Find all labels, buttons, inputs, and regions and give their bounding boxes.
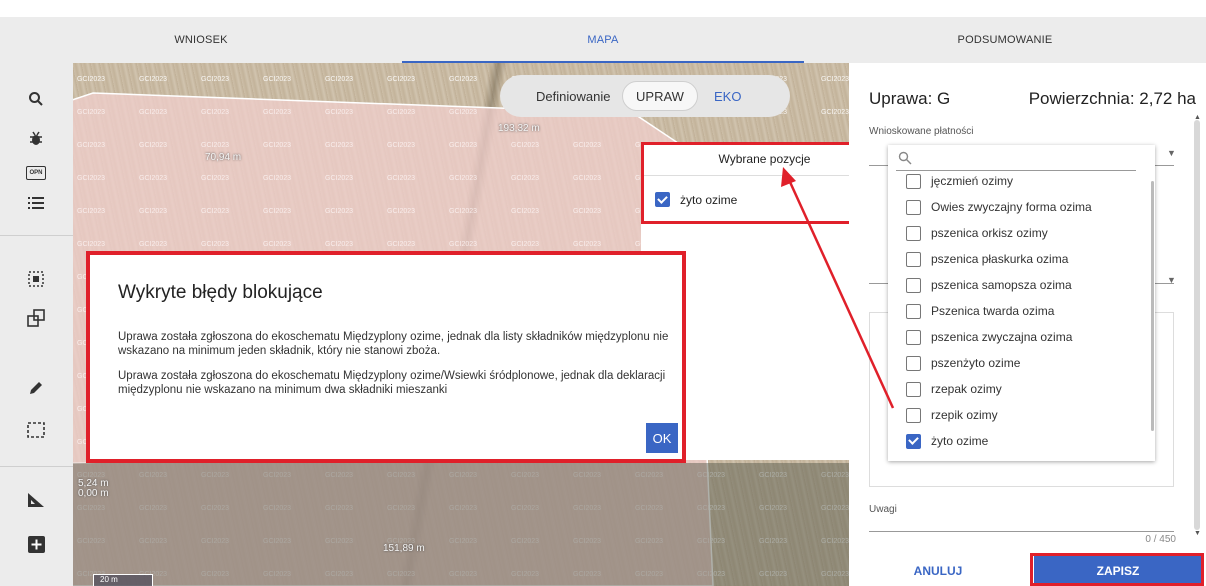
crop-option[interactable]: jęczmień ozimy — [906, 171, 1013, 191]
crop-multiselect-list: jęczmień ozimy Owies zwyczajny forma ozi… — [888, 145, 1155, 461]
measure-angle-icon[interactable] — [24, 488, 48, 512]
crop-option-label: pszenica samopsza ozima — [931, 278, 1072, 292]
crop-option[interactable]: pszenżyto ozime — [906, 353, 1020, 373]
checkbox[interactable] — [906, 225, 921, 241]
crop-option-label: pszenica zwyczajna ozima — [931, 330, 1073, 344]
error-dialog: Wykryte błędy blokujące Uprawa została z… — [86, 251, 686, 463]
add-icon[interactable] — [24, 532, 48, 556]
toolbar-divider — [0, 466, 73, 467]
crop-option-label: żyto ozime — [931, 434, 989, 448]
selected-position-label: żyto ozime — [680, 192, 738, 207]
tab-podsumowanie[interactable]: PODSUMOWANIE — [804, 17, 1206, 63]
define-label: Definiowanie — [536, 88, 611, 104]
checkbox-checked[interactable] — [655, 192, 670, 207]
crop-option-label: rzepak ozimy — [931, 382, 1002, 396]
crop-option-label: jęczmień ozimy — [931, 174, 1014, 188]
map-toolbar: OPN — [0, 63, 73, 586]
toggle-upraw-button[interactable]: UPRAW — [622, 81, 698, 111]
save-button[interactable]: ZAPISZ — [1034, 556, 1202, 586]
chevron-down-icon[interactable]: ▼ — [1167, 148, 1176, 158]
checkbox[interactable] — [906, 407, 921, 423]
select-area-icon[interactable] — [24, 267, 48, 291]
crop-option[interactable]: pszenica płaskurka ozima — [906, 249, 1068, 269]
chevron-down-icon[interactable]: ▼ — [1167, 275, 1176, 285]
define-toggle: Definiowanie UPRAW EKO — [500, 75, 790, 117]
panel-scrollbar[interactable] — [1194, 120, 1200, 530]
remarks-input[interactable] — [869, 522, 1174, 532]
search-icon[interactable] — [24, 87, 48, 111]
crop-option-label: rzepik ozimy — [931, 408, 998, 422]
crop-title: Uprawa: G — [869, 89, 951, 108]
dialog-message: Uprawa została zgłoszona do ekoschematu … — [118, 331, 669, 357]
crop-option[interactable]: żyto ozime — [906, 431, 988, 451]
checkbox[interactable] — [906, 303, 921, 319]
checkbox[interactable] — [906, 329, 921, 345]
crop-option[interactable]: Pszenica twarda ozima — [906, 301, 1054, 321]
crop-search-input[interactable] — [896, 149, 1136, 171]
checkbox[interactable] — [906, 277, 921, 293]
search-icon — [898, 151, 912, 170]
crop-option-label: pszenica płaskurka ozima — [931, 252, 1069, 266]
list-icon[interactable] — [24, 191, 48, 215]
toolbar-divider — [0, 235, 73, 236]
map-measure-label: 70,94 m — [205, 152, 242, 163]
top-tabs: WNIOSEK MAPA PODSUMOWANIE — [0, 17, 1206, 63]
crop-option-label: Owies zwyczajny forma ozima — [931, 200, 1092, 214]
crop-area: Powierzchnia: 2,72 ha — [1028, 89, 1196, 108]
select-rectangle-icon[interactable] — [24, 418, 48, 442]
edit-pencil-icon[interactable] — [24, 376, 48, 400]
checkbox[interactable] — [906, 381, 921, 397]
remarks-counter: 0 / 450 — [1145, 534, 1176, 545]
map-measure-label: 193,32 m — [498, 123, 540, 134]
orn-icon[interactable]: OPN — [24, 161, 48, 185]
ok-button[interactable]: OK — [646, 423, 678, 453]
list-scrollbar[interactable] — [1151, 181, 1154, 431]
toggle-eko-button[interactable]: EKO — [714, 89, 741, 104]
copy-icon[interactable] — [24, 306, 48, 330]
selected-position-item[interactable]: żyto ozime — [655, 192, 737, 207]
bug-icon[interactable] — [24, 127, 48, 151]
checkbox[interactable] — [906, 251, 921, 267]
crop-option[interactable]: rzepak ozimy — [906, 379, 1002, 399]
crop-option-label: pszenica orkisz ozimy — [931, 226, 1048, 240]
checkbox-checked[interactable] — [906, 433, 921, 449]
map-measure-label: 151,89 m — [383, 543, 425, 554]
payments-label: Wnioskowane płatności — [869, 126, 974, 137]
cancel-button[interactable]: ANULUJ — [849, 556, 1027, 586]
map-measure-label: 0,00 m — [78, 488, 109, 499]
orn-label: OPN — [26, 166, 46, 180]
crop-option[interactable]: rzepik ozimy — [906, 405, 998, 425]
tab-wniosek[interactable]: WNIOSEK — [0, 17, 402, 63]
crop-option[interactable]: Owies zwyczajny forma ozima — [906, 197, 1092, 217]
tab-mapa[interactable]: MAPA — [402, 17, 804, 63]
crop-option[interactable]: pszenica samopsza ozima — [906, 275, 1072, 295]
crop-option-label: Pszenica twarda ozima — [931, 304, 1055, 318]
checkbox[interactable] — [906, 173, 921, 189]
checkbox[interactable] — [906, 199, 921, 215]
crop-option-label: pszenżyto ozime — [931, 356, 1021, 370]
crop-option[interactable]: pszenica orkisz ozimy — [906, 223, 1048, 243]
checkbox[interactable] — [906, 355, 921, 371]
remarks-label: Uwagi — [869, 504, 897, 515]
scroll-down-icon[interactable]: ▼ — [1194, 530, 1201, 537]
crop-option[interactable]: pszenica zwyczajna ozima — [906, 327, 1072, 347]
map-scale: 20 m — [93, 574, 153, 586]
dialog-message: Uprawa została zgłoszona do ekoschematu … — [118, 370, 666, 396]
dialog-title: Wykryte błędy blokujące — [118, 282, 323, 303]
